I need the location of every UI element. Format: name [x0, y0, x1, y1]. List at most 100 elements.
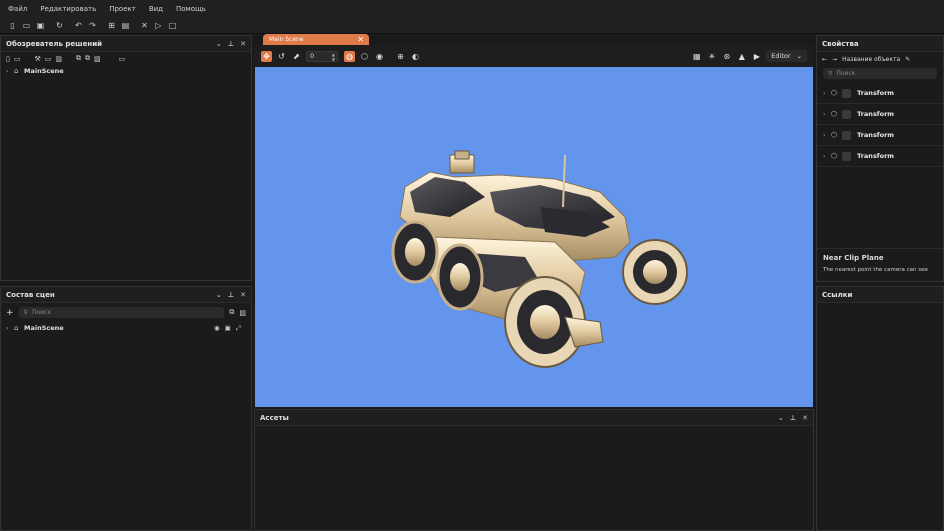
component-row[interactable]: › ⬡ Transform [817, 83, 943, 104]
trash-icon[interactable]: ▥ [55, 55, 62, 63]
enable-checkbox[interactable] [842, 88, 851, 98]
monitor-icon[interactable]: ▤ [121, 21, 130, 30]
play-icon[interactable]: ▷ [154, 21, 163, 30]
vehicle-model [391, 150, 688, 368]
cube-view-icon[interactable]: ⬡ [359, 51, 370, 62]
help-text: The nearest point the camera can see [823, 267, 928, 273]
globe-icon[interactable]: ⊕ [395, 51, 406, 62]
tools-icon[interactable]: ✕ [140, 21, 149, 30]
pin-icon[interactable]: ⊥ [228, 40, 234, 48]
eraser-icon[interactable]: ◐ [410, 51, 421, 62]
view-mode-select[interactable]: Editor ⌄ [766, 50, 807, 62]
component-row[interactable]: › ⬡ Transform [817, 125, 943, 146]
camera-icon[interactable]: ▶ [751, 51, 762, 62]
pin-icon[interactable]: ⊥ [228, 291, 234, 299]
duplicate-icon[interactable]: ⧉ [85, 54, 90, 63]
light-icon[interactable]: ☀ [706, 51, 717, 62]
close-icon[interactable]: ✕ [240, 291, 246, 299]
enable-checkbox[interactable] [842, 109, 851, 119]
close-icon[interactable]: ✕ [357, 35, 364, 44]
pin-icon[interactable]: ⊥ [790, 414, 796, 422]
home-icon: ⌂ [14, 67, 19, 75]
solution-explorer-toolbar: ▯ ▭ ⚒ ▭ ▥ ⧉ ⧉ ▨ ▭ [1, 52, 251, 65]
undo-icon[interactable]: ↶ [74, 21, 83, 30]
chevron-right-icon[interactable]: › [823, 90, 831, 97]
component-row[interactable]: › ⬡ Transform [817, 146, 943, 167]
rotate-tool-icon[interactable]: ↺ [276, 51, 287, 62]
copy-icon[interactable]: ⧉ [76, 54, 81, 63]
scene-toolbar: ✥ ↺ ⬈ 0 ▲ ▼ ◍ ⬡ ◉ ⊕ ◐ ▦ ☀ ⊛ ▲ ▶ Editor ⌄ [255, 45, 813, 67]
cube-icon: ⬡ [831, 110, 838, 118]
landscape-icon[interactable]: ▲ [736, 51, 747, 62]
tree-item-mainscene[interactable]: › ⌂ MainScene [1, 65, 251, 77]
open-folder-icon[interactable]: ▭ [22, 21, 31, 30]
redo-icon[interactable]: ↷ [88, 21, 97, 30]
copy-icon[interactable]: ⧉ [229, 308, 234, 317]
menu-file[interactable]: Файл [8, 5, 27, 13]
object-name-label[interactable]: Название объекта [842, 56, 900, 63]
add-file-icon[interactable]: ▯ [6, 55, 10, 63]
forward-arrow-icon[interactable]: → [832, 56, 837, 63]
add-icon[interactable]: + [6, 308, 14, 318]
chevron-right-icon[interactable]: › [823, 111, 831, 118]
links-title: Ссылки [822, 290, 853, 299]
menu-edit[interactable]: Редактировать [40, 5, 96, 13]
folder-open-icon[interactable]: ▭ [45, 55, 52, 63]
code-icon[interactable]: ⊞ [107, 21, 116, 30]
chevron-down-icon[interactable]: ⌄ [216, 40, 222, 48]
menu-view[interactable]: Вид [149, 5, 163, 13]
search-icon: ⚲ [828, 70, 833, 77]
properties-panel: Свойства ← → Название объекта ✎ ⚲ Поиск … [816, 35, 944, 282]
refresh-icon[interactable]: ↻ [55, 21, 64, 30]
gizmo-icon[interactable]: ⊛ [721, 51, 732, 62]
add-folder-icon[interactable]: ▭ [14, 55, 21, 63]
chevron-right-icon[interactable]: › [6, 325, 14, 332]
move-tool-icon[interactable]: ✥ [261, 50, 272, 62]
cube-icon: ⬡ [831, 89, 838, 97]
grid-icon[interactable]: ▦ [691, 51, 702, 62]
assets-header: Ассеты ⌄ ⊥ ✕ [255, 410, 813, 426]
image-icon[interactable]: ▨ [94, 55, 101, 63]
properties-search-input[interactable]: ⚲ Поиск [823, 68, 937, 79]
chevron-right-icon[interactable]: › [823, 153, 831, 160]
new-file-icon[interactable]: ▯ [8, 21, 17, 30]
chevron-right-icon[interactable]: › [6, 68, 14, 75]
menu-project[interactable]: Проект [109, 5, 136, 13]
menu-bar: Файл Редактировать Проект Вид Помощь [0, 0, 944, 17]
chevron-down-icon: ⌄ [796, 52, 802, 60]
visibility-icon[interactable]: ◉ [374, 51, 385, 62]
chevron-down-icon[interactable]: ⌄ [216, 291, 222, 299]
chevron-right-icon[interactable]: › [823, 132, 831, 139]
assets-panel: Ассеты ⌄ ⊥ ✕ [254, 409, 814, 531]
links-header: Ссылки [817, 287, 943, 303]
component-row[interactable]: › ⬡ Transform [817, 104, 943, 125]
folder-icon[interactable]: ▭ [119, 55, 126, 63]
chevron-down-icon[interactable]: ⌄ [778, 414, 784, 422]
enable-checkbox[interactable] [842, 151, 851, 161]
save-icon[interactable]: ▣ [36, 21, 45, 30]
image-icon[interactable]: ▨ [239, 309, 246, 317]
pencil-icon[interactable]: ✎ [905, 56, 910, 63]
scene-tree-item-mainscene[interactable]: › ⌂ MainScene ◉ ▣ ⤢ [1, 322, 251, 334]
help-title: Near Clip Plane [823, 254, 884, 262]
stop-icon[interactable]: □ [168, 21, 177, 30]
tab-main-scene[interactable]: Main Scene ✕ [263, 34, 369, 45]
frame-number-field[interactable]: 0 ▲ ▼ [306, 50, 338, 62]
tree-item-label: MainScene [24, 67, 64, 75]
close-icon[interactable]: ✕ [240, 40, 246, 48]
close-icon[interactable]: ✕ [802, 414, 808, 422]
global-space-icon[interactable]: ◍ [344, 50, 355, 62]
properties-search-row: ⚲ Поиск [817, 66, 943, 83]
scene-search-input[interactable]: ⚲ Поиск [18, 307, 225, 318]
eye-icon[interactable]: ◉ [214, 324, 220, 333]
back-arrow-icon[interactable]: ← [822, 56, 827, 63]
wrench-icon[interactable]: ⚒ [34, 55, 40, 63]
menu-help[interactable]: Помощь [176, 5, 206, 13]
stepper-icon[interactable]: ▲ ▼ [332, 52, 335, 62]
lock-icon[interactable]: ▣ [225, 324, 231, 333]
tab-label: Main Scene [269, 36, 304, 43]
scene-viewport[interactable] [255, 67, 813, 407]
expand-icon[interactable]: ⤢ [236, 324, 241, 333]
enable-checkbox[interactable] [842, 130, 851, 140]
scale-tool-icon[interactable]: ⬈ [291, 51, 302, 62]
